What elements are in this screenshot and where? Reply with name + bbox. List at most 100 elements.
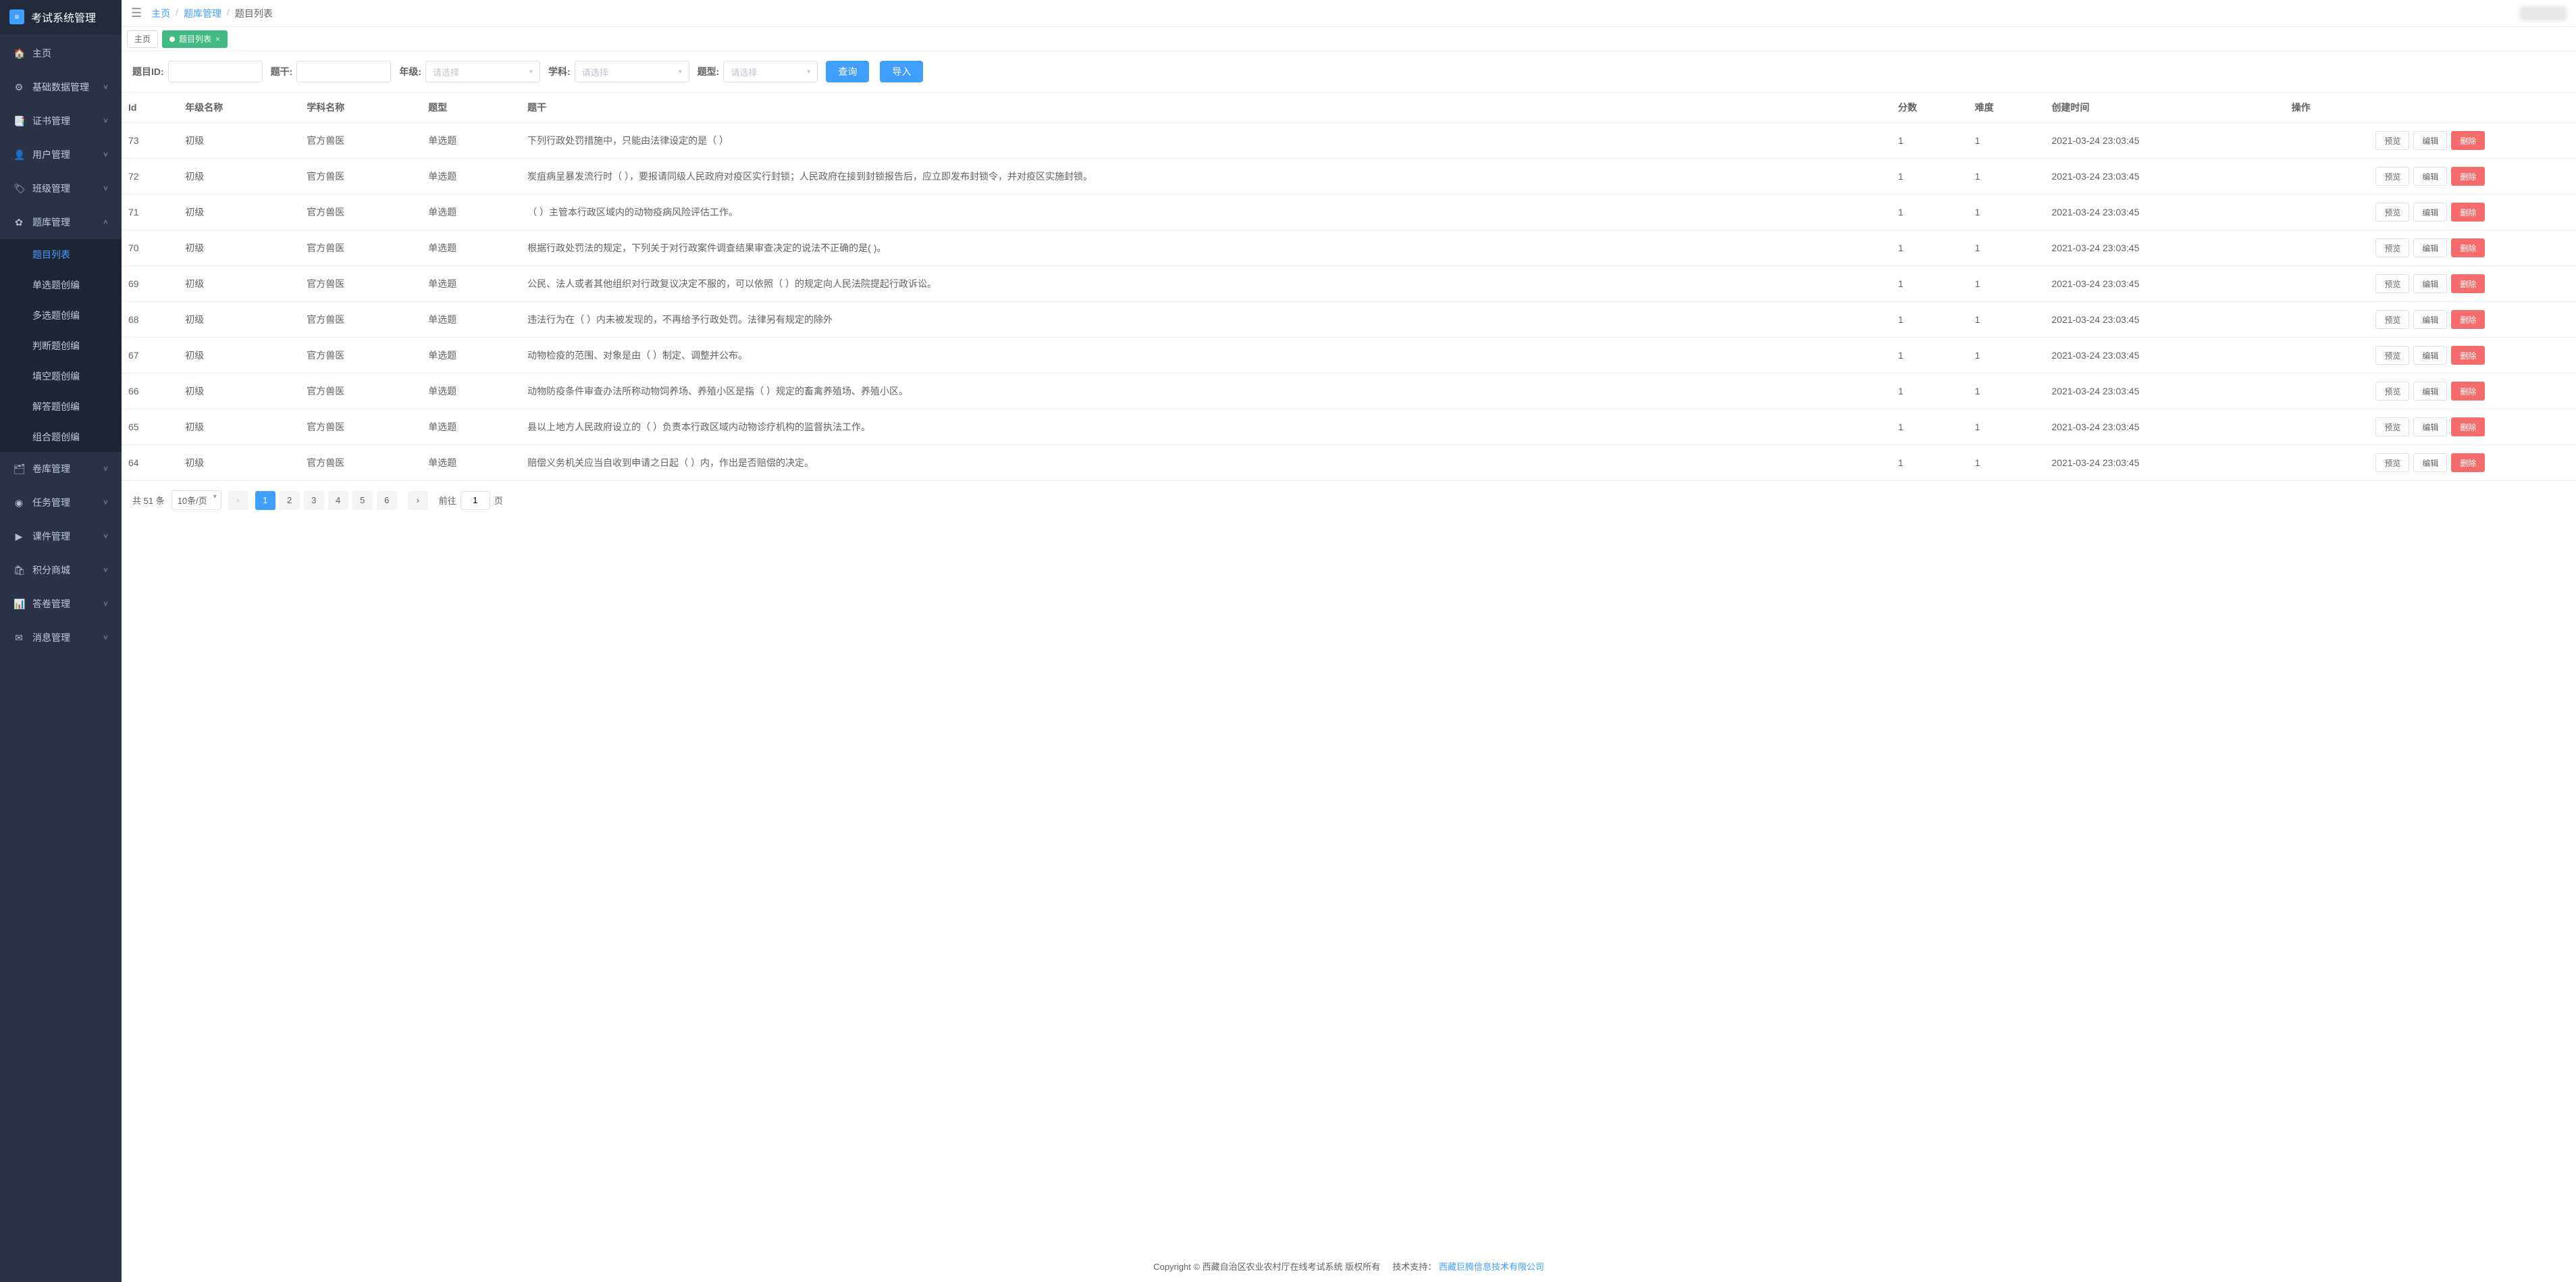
delete-button[interactable]: 删除: [2451, 167, 2485, 186]
edit-button[interactable]: 编辑: [2413, 382, 2447, 401]
hamburger-icon[interactable]: ☰: [131, 6, 142, 20]
table-row: 66初级官方兽医单选题动物防疫条件审查办法所称动物饲养场、养殖小区是指（ ）规定…: [122, 374, 2576, 409]
sidebar-item-11[interactable]: ✉消息管理˅: [0, 621, 122, 655]
sidebar-subitem-label: 判断题创编: [32, 339, 80, 353]
page-number-2[interactable]: 2: [280, 491, 300, 510]
chevron-down-icon: ˅: [103, 184, 108, 193]
preview-button[interactable]: 预览: [2375, 274, 2409, 293]
next-page-button[interactable]: ›: [408, 491, 428, 510]
page-number-6[interactable]: 6: [377, 491, 397, 510]
preview-button[interactable]: 预览: [2375, 346, 2409, 365]
delete-button[interactable]: 删除: [2451, 238, 2485, 257]
edit-button[interactable]: 编辑: [2413, 167, 2447, 186]
sidebar-item-4[interactable]: 🏷班级管理˅: [0, 172, 122, 205]
delete-button[interactable]: 删除: [2451, 310, 2485, 329]
filter-type-select[interactable]: 请选择▾: [723, 61, 818, 82]
crumb-home[interactable]: 主页: [151, 7, 170, 20]
edit-button[interactable]: 编辑: [2413, 310, 2447, 329]
sidebar-subitem-label: 解答题创编: [32, 400, 80, 413]
page-size-select[interactable]: 10条/页: [172, 490, 221, 510]
preview-button[interactable]: 预览: [2375, 203, 2409, 222]
sidebar-icon: 🗂: [14, 463, 24, 475]
edit-button[interactable]: 编辑: [2413, 131, 2447, 150]
sidebar-item-8[interactable]: ▶课件管理˅: [0, 519, 122, 553]
preview-button[interactable]: 预览: [2375, 453, 2409, 472]
filter-grade-label: 年级:: [399, 65, 421, 78]
edit-button[interactable]: 编辑: [2413, 453, 2447, 472]
footer: Copyright © 西藏自治区农业农村厅在线考试系统 版权所有 技术支持： …: [122, 1250, 2576, 1282]
sidebar-subitem-5-2[interactable]: 多选题创编: [0, 300, 122, 330]
sidebar-subitem-5-1[interactable]: 单选题创编: [0, 270, 122, 300]
edit-button[interactable]: 编辑: [2413, 238, 2447, 257]
footer-support-link[interactable]: 西藏巨腾信息技术有限公司: [1439, 1262, 1544, 1272]
sidebar: ≡ 考试系统管理 🏠主页⚙基础数据管理˅📑证书管理˅👤用户管理˅🏷班级管理˅✿题…: [0, 0, 122, 1282]
crumb-mgmt[interactable]: 题库管理: [184, 7, 221, 20]
sidebar-subitem-5-0[interactable]: 题目列表: [0, 239, 122, 270]
sidebar-item-2[interactable]: 📑证书管理˅: [0, 104, 122, 138]
goto-page-input[interactable]: [461, 491, 490, 510]
sidebar-subitem-5-4[interactable]: 填空题创编: [0, 361, 122, 391]
chevron-down-icon: ˅: [103, 82, 108, 92]
sidebar-icon: 👤: [14, 149, 24, 161]
table-header: 难度: [1968, 93, 2045, 123]
tab-home[interactable]: 主页: [127, 30, 158, 48]
table-row: 65初级官方兽医单选题县以上地方人民政府设立的（ ）负责本行政区域内动物诊疗机构…: [122, 409, 2576, 445]
import-button[interactable]: 导入: [880, 61, 923, 82]
delete-button[interactable]: 删除: [2451, 417, 2485, 436]
table-header: 题干: [521, 93, 1891, 123]
sidebar-menu: 🏠主页⚙基础数据管理˅📑证书管理˅👤用户管理˅🏷班级管理˅✿题库管理˄题目列表单…: [0, 34, 122, 1282]
page-number-5[interactable]: 5: [352, 491, 373, 510]
delete-button[interactable]: 删除: [2451, 382, 2485, 401]
table-row: 72初级官方兽医单选题炭疽病呈暴发流行时（ ），要报请同级人民政府对疫区实行封锁…: [122, 159, 2576, 195]
edit-button[interactable]: 编辑: [2413, 203, 2447, 222]
preview-button[interactable]: 预览: [2375, 167, 2409, 186]
page-number-1[interactable]: 1: [255, 491, 275, 510]
edit-button[interactable]: 编辑: [2413, 274, 2447, 293]
preview-button[interactable]: 预览: [2375, 310, 2409, 329]
filter-id-input[interactable]: [168, 61, 263, 82]
sidebar-subitem-5-6[interactable]: 组合题创编: [0, 421, 122, 452]
close-icon[interactable]: ×: [215, 34, 220, 44]
delete-button[interactable]: 删除: [2451, 131, 2485, 150]
page-number-3[interactable]: 3: [304, 491, 324, 510]
sidebar-icon: 🏷: [14, 183, 24, 195]
preview-button[interactable]: 预览: [2375, 238, 2409, 257]
preview-button[interactable]: 预览: [2375, 417, 2409, 436]
tab-question-list[interactable]: 题目列表 ×: [162, 30, 228, 48]
table-row: 71初级官方兽医单选题（ ）主管本行政区域内的动物疫病风险评估工作。112021…: [122, 195, 2576, 230]
sidebar-item-1[interactable]: ⚙基础数据管理˅: [0, 70, 122, 104]
delete-button[interactable]: 删除: [2451, 274, 2485, 293]
edit-button[interactable]: 编辑: [2413, 417, 2447, 436]
search-button[interactable]: 查询: [826, 61, 869, 82]
page-number-4[interactable]: 4: [328, 491, 348, 510]
filter-subject-select[interactable]: 请选择▾: [575, 61, 689, 82]
filter-stem-input[interactable]: [296, 61, 391, 82]
delete-button[interactable]: 删除: [2451, 346, 2485, 365]
sidebar-item-10[interactable]: 📊答卷管理˅: [0, 587, 122, 621]
sidebar-icon: ◉: [14, 497, 24, 509]
filter-grade-select[interactable]: 请选择▾: [425, 61, 540, 82]
sidebar-item-label: 消息管理: [32, 631, 70, 644]
sidebar-subitem-5-3[interactable]: 判断题创编: [0, 330, 122, 361]
user-avatar[interactable]: [2519, 6, 2567, 21]
sidebar-item-label: 课件管理: [32, 530, 70, 543]
chevron-up-icon: ˄: [103, 217, 108, 227]
chevron-down-icon: ˅: [103, 599, 108, 609]
prev-page-button[interactable]: ‹: [228, 491, 248, 510]
preview-button[interactable]: 预览: [2375, 131, 2409, 150]
sidebar-subitem-5-5[interactable]: 解答题创编: [0, 391, 122, 421]
filter-stem-label: 题干:: [271, 65, 293, 78]
sidebar-item-7[interactable]: ◉任务管理˅: [0, 486, 122, 519]
sidebar-item-0[interactable]: 🏠主页: [0, 36, 122, 70]
sidebar-item-3[interactable]: 👤用户管理˅: [0, 138, 122, 172]
sidebar-item-label: 任务管理: [32, 496, 70, 509]
sidebar-item-5[interactable]: ✿题库管理˄: [0, 205, 122, 239]
sidebar-header: ≡ 考试系统管理: [0, 0, 122, 34]
delete-button[interactable]: 删除: [2451, 453, 2485, 472]
sidebar-item-9[interactable]: 🛍积分商城˅: [0, 553, 122, 587]
delete-button[interactable]: 删除: [2451, 203, 2485, 222]
preview-button[interactable]: 预览: [2375, 382, 2409, 401]
edit-button[interactable]: 编辑: [2413, 346, 2447, 365]
sidebar-item-6[interactable]: 🗂卷库管理˅: [0, 452, 122, 486]
sidebar-subitem-label: 单选题创编: [32, 278, 80, 292]
